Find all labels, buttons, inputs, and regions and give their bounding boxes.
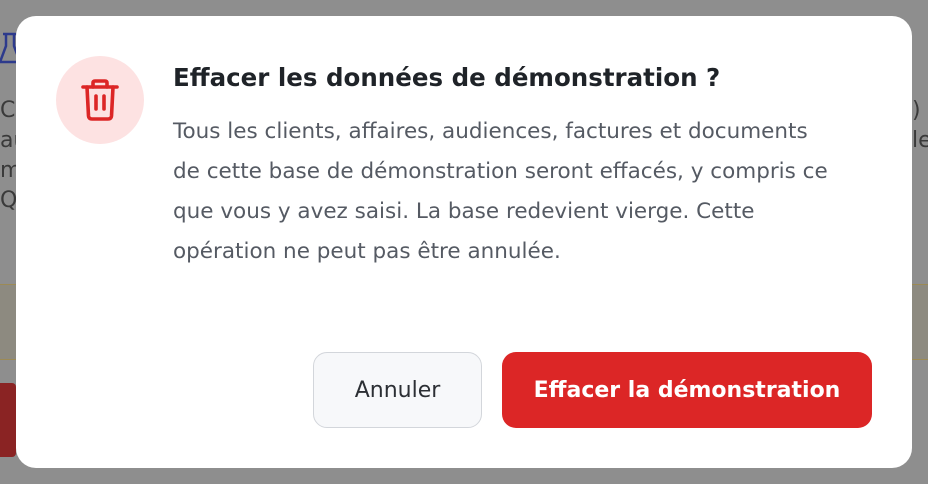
cancel-button[interactable]: Annuler <box>313 352 482 428</box>
dialog-title: Effacer les données de démonstration ? <box>173 63 721 92</box>
dialog-message: Tous les clients, affaires, audiences, f… <box>173 119 828 264</box>
background-text-line: au <box>0 128 16 153</box>
background-notice-band <box>912 284 928 360</box>
background-text-line: Ca <box>0 98 16 123</box>
background-text-line: ) <box>912 98 921 123</box>
flask-icon <box>0 30 16 70</box>
background-page-text-left: Ca au m Q <box>0 96 16 216</box>
background-text-line: m <box>0 158 16 183</box>
background-button <box>0 383 16 457</box>
trash-icon <box>81 79 119 121</box>
trash-icon-badge <box>56 56 144 144</box>
background-text-line: Q <box>0 188 16 213</box>
confirm-delete-button[interactable]: Effacer la démonstration <box>502 352 872 428</box>
background-notice-band <box>0 284 16 360</box>
confirm-dialog: Effacer les données de démonstration ? T… <box>16 16 912 468</box>
background-page-text-right: ) le <box>912 96 928 156</box>
background-text-line: le <box>912 128 928 153</box>
